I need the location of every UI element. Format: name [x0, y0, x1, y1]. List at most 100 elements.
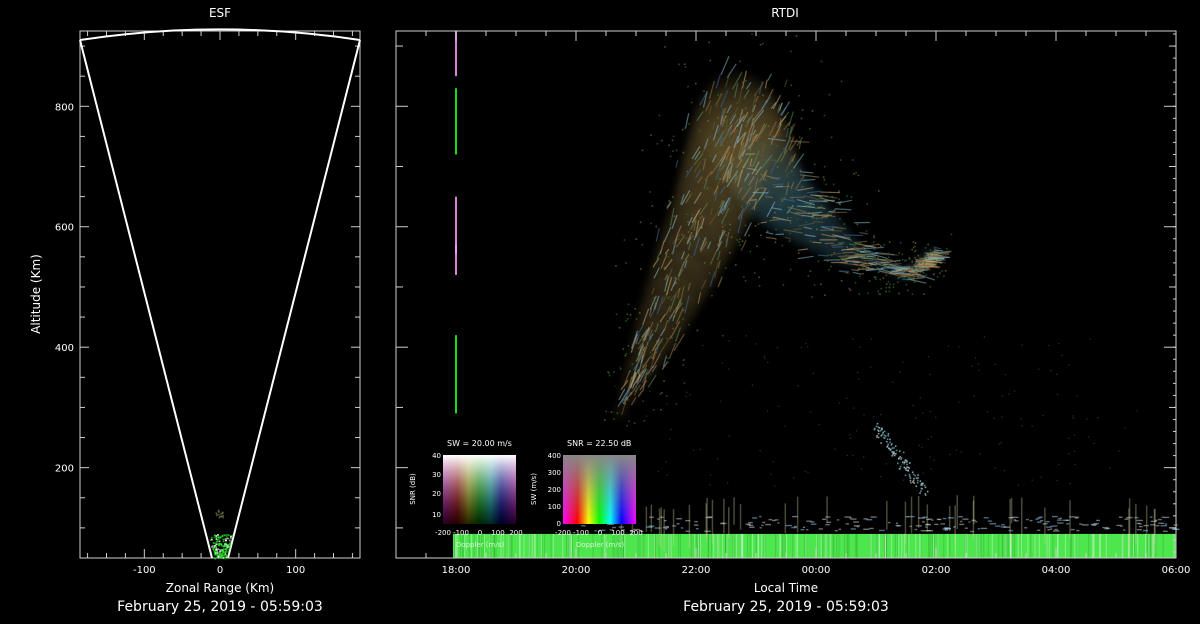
rtdi-vertical-streak — [1146, 505, 1148, 535]
rtdi-plume-dot — [914, 257, 916, 259]
rtdi-plume-dot — [703, 158, 705, 160]
rtdi-speckle — [931, 468, 932, 469]
rtdi-droop-dot — [887, 444, 889, 446]
rtdi-plume-dot — [686, 214, 688, 216]
rtdi-ground-band-streak — [825, 534, 826, 558]
rtdi-plume-dot — [628, 420, 630, 422]
rtdi-plume-dot — [893, 284, 895, 286]
rtdi-ground-band-streak — [830, 534, 831, 558]
rtdi-bottom-layer — [965, 528, 968, 529]
rtdi-plume-dot — [729, 252, 731, 254]
rtdi-plume-dot — [916, 271, 918, 273]
rtdi-bottom-layer — [1156, 525, 1160, 526]
rtdi-droop-dot — [896, 450, 898, 452]
rtdi-plume-dot — [644, 420, 646, 422]
rtdi-droop-dot — [886, 446, 888, 448]
rtdi-speckle — [619, 366, 620, 367]
rtdi-bottom-layer — [1001, 524, 1005, 525]
rtdi-plume-dot — [888, 253, 890, 255]
rtdi-plume-dot — [898, 252, 900, 254]
esf-echo-pixel-upper — [222, 516, 224, 518]
rtdi-plume-dot — [737, 102, 739, 104]
rtdi-vertical-streak — [1009, 499, 1011, 540]
rtdi-speckle — [961, 452, 962, 453]
rtdi-plume-dot — [752, 142, 754, 144]
esf-echo-pixel-upper — [219, 517, 221, 519]
rtdi-plume-dot — [911, 261, 913, 263]
rtdi-plume-dot — [899, 265, 901, 267]
rtdi-ground-band-streak — [792, 534, 793, 558]
rtdi-bottom-layer — [1082, 524, 1089, 525]
rtdi-ground-band-streak — [967, 534, 968, 558]
rtdi-plume-dot — [683, 309, 685, 311]
rtdi-bottom-layer — [857, 526, 859, 527]
esf-echo-pixel-upper — [218, 511, 220, 512]
rtdi-speckle — [987, 411, 988, 412]
esf-ytick-label: 200 — [55, 464, 74, 475]
rtdi-speckle — [975, 357, 976, 358]
rtdi-plume-dot — [839, 203, 841, 205]
esf-echo-pixel — [222, 536, 224, 538]
rtdi-plume-dot — [749, 251, 751, 253]
rtdi-droop-dot — [885, 435, 887, 437]
rtdi-plume-dot — [879, 279, 881, 281]
rtdi-droop-dot — [882, 433, 884, 435]
rtdi-droop-dot — [921, 484, 923, 486]
rtdi-speckle — [1075, 464, 1076, 465]
rtdi-plume-dot — [634, 422, 636, 424]
rtdi-plume-dot — [729, 224, 731, 226]
rtdi-plume-dot — [825, 184, 827, 186]
rtdi-plume-dot — [650, 134, 652, 136]
rtdi-bottom-layer — [762, 522, 765, 523]
rtdi-bottom-layer — [1058, 518, 1062, 519]
esf-ytick-label: 800 — [55, 102, 74, 113]
rtdi-bottom-layer — [896, 525, 901, 526]
rtdi-plume-dot — [913, 241, 915, 243]
rtdi-bottom-layer — [1091, 524, 1097, 525]
rtdi-plume-dot — [760, 235, 762, 237]
rtdi-vertical-streak — [689, 505, 691, 549]
rtdi-plume-dot — [684, 128, 686, 130]
esf-title: ESF — [209, 6, 231, 20]
rtdi-droop-dot — [891, 455, 893, 457]
rtdi-bottom-layer — [594, 530, 596, 531]
rtdi-plume-dot — [820, 284, 822, 286]
rtdi-bottom-layer — [959, 524, 964, 525]
sw-legend-xlabel: Doppler (m/s) — [456, 541, 504, 549]
rtdi-plume-dot — [762, 43, 764, 45]
rtdi-plume-dot — [802, 186, 804, 188]
rtdi-plume-dot — [676, 150, 678, 152]
rtdi-plume-dot — [855, 172, 857, 174]
rtdi-ground-band-streak — [930, 534, 931, 558]
rtdi-plume-dot — [875, 279, 877, 281]
rtdi-plume-dot — [791, 170, 793, 172]
rtdi-droop-dot — [899, 468, 901, 470]
rtdi-plume-dot — [878, 293, 880, 295]
rtdi-plume-dot — [736, 120, 738, 122]
rtdi-speckle — [646, 416, 647, 417]
esf-echo-pixel — [221, 545, 223, 547]
esf-echo-pixel — [224, 535, 226, 537]
rtdi-plume-dot — [874, 249, 876, 251]
rtdi-droop-dot — [912, 481, 914, 483]
rtdi-ground-band-streak — [988, 534, 989, 558]
rtdi-plume-dot — [838, 190, 840, 192]
rtdi-speckle — [850, 438, 851, 439]
rtdi-title: RTDI — [771, 6, 799, 20]
rtdi-speckle — [649, 391, 650, 392]
rtdi-droop-dot — [893, 447, 895, 449]
rtdi-droop-dot — [916, 477, 918, 479]
rtdi-bottom-layer — [1165, 523, 1167, 524]
rtdi-plume-dot — [722, 145, 724, 147]
rtdi-bottom-layer — [968, 521, 970, 522]
esf-echo-pixel — [218, 548, 220, 550]
rtdi-speckle — [774, 485, 775, 486]
rtdi-bottom-layer — [914, 529, 917, 530]
rtdi-plume-dot — [654, 331, 656, 333]
rtdi-plume-dot — [745, 108, 747, 110]
rtdi-plume-dot — [751, 143, 753, 145]
rtdi-bottom-layer — [1161, 525, 1167, 526]
rtdi-speckle — [1005, 374, 1006, 375]
esf-echo-pixel — [210, 539, 212, 541]
rtdi-plume-dot — [907, 290, 909, 292]
